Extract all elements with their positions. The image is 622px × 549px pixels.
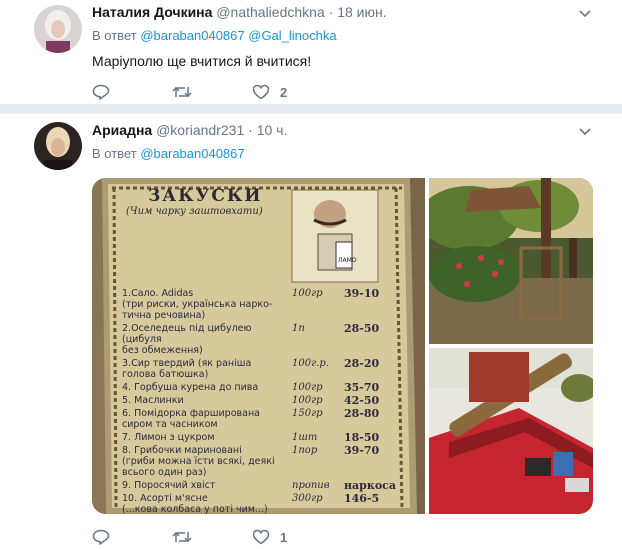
heart-icon bbox=[252, 84, 270, 100]
menu-item-text: 9. Поросячий хвіст bbox=[122, 480, 216, 491]
menu-item-text: (...кова колбаса у поті чим...) bbox=[122, 504, 268, 514]
retweet-icon bbox=[172, 531, 192, 543]
table-photo[interactable] bbox=[429, 348, 593, 514]
mention-link[interactable]: @baraban040867 bbox=[140, 146, 244, 161]
retweet-button[interactable] bbox=[172, 82, 192, 102]
action-bar: 1 bbox=[92, 527, 392, 547]
reply-context: В ответ @baraban040867 bbox=[92, 146, 245, 161]
reply-icon bbox=[92, 529, 110, 545]
like-button[interactable]: 2 bbox=[252, 82, 287, 102]
tweet-header: Ариадна @koriandr231 · 10 ч. bbox=[92, 122, 287, 138]
menu-item-text: (три риски, українська нарко- bbox=[122, 299, 273, 310]
menu-item-price: 42-50 bbox=[344, 394, 380, 407]
menu-item-price: 28-50 bbox=[344, 322, 380, 335]
menu-item: 7. Лимон з цукром 1шт 18-50 bbox=[122, 432, 412, 443]
reply-button[interactable] bbox=[92, 82, 110, 102]
menu-item-text: без обмеження) bbox=[122, 345, 203, 356]
like-button[interactable]: 1 bbox=[252, 527, 287, 547]
separator-dot: · bbox=[328, 4, 334, 20]
like-count: 2 bbox=[280, 84, 288, 100]
menu-item: 6. Помідорка фарширована сиром та часнико… bbox=[122, 408, 412, 430]
menu-item-text: 2.Оселедець під цибулею (цибуля bbox=[122, 323, 252, 345]
divider bbox=[0, 104, 622, 114]
menu-item-price: 18-50 bbox=[344, 431, 380, 444]
menu-item-text: 7. Лимон з цукром bbox=[122, 432, 215, 443]
tweet-header: Наталия Дочкина @nathaliedchkna · 18 июн… bbox=[92, 4, 387, 20]
reply-prefix: В ответ bbox=[92, 28, 137, 43]
heart-icon bbox=[252, 529, 270, 545]
menu-item-qty: 1шт bbox=[292, 432, 318, 443]
separator-dot: · bbox=[248, 122, 253, 138]
menu-item-qty: 1пор bbox=[292, 445, 318, 456]
menu-item-text: 4. Горбуша курена до пива bbox=[122, 382, 259, 393]
menu-item-price: наркоса bbox=[344, 479, 396, 492]
menu-item: 5. Маслинки 100гр 42-50 bbox=[122, 395, 412, 406]
menu-item-qty: 150гр bbox=[292, 408, 323, 419]
menu-item-qty: 100гр bbox=[292, 382, 323, 393]
menu-item: 9. Поросячий хвіст пропив наркоса bbox=[122, 480, 412, 491]
menu-item-price: 28-80 bbox=[344, 407, 380, 420]
menu-item: 4. Горбуша курена до пива 100гр 35-70 bbox=[122, 382, 412, 393]
menu-title: ЗАКУСКИ bbox=[148, 186, 263, 206]
avatar[interactable] bbox=[34, 5, 82, 53]
menu-item-qty: 100гр bbox=[292, 288, 323, 299]
menu-item-text: сиром та часником bbox=[122, 419, 218, 430]
menu-item-price: 39-10 bbox=[344, 287, 380, 300]
timestamp[interactable]: 10 ч. bbox=[257, 122, 288, 138]
menu-item-price: 35-70 bbox=[344, 381, 380, 394]
like-count: 1 bbox=[280, 529, 288, 545]
media-grid: ЛАМО ЗАКУСКИ (Чим чарку заштовхати) 1.Са… bbox=[92, 178, 593, 514]
chevron-down-icon[interactable] bbox=[578, 9, 592, 19]
retweet-button[interactable] bbox=[172, 527, 192, 547]
menu-subtitle: (Чим чарку заштовхати) bbox=[126, 206, 263, 217]
menu-item-text: голова батюшка) bbox=[122, 369, 209, 380]
menu-item: 3.Сир твердий (як раніша голова батюшка) 1… bbox=[122, 358, 412, 380]
avatar[interactable] bbox=[34, 122, 82, 170]
reply-icon bbox=[92, 84, 110, 100]
menu-item-text: тична речовина) bbox=[122, 310, 206, 321]
tweet-1: Наталия Дочкина @nathaliedchkna · 18 июн… bbox=[0, 0, 622, 102]
menu-item-qty: пропив bbox=[292, 480, 330, 491]
menu-item: 1.Сало. Adidas (три риски, українська нар… bbox=[122, 288, 412, 321]
menu-item-text: 8. Грибочки мариновані bbox=[122, 445, 242, 456]
svg-text:ЛАМО: ЛАМО bbox=[338, 257, 357, 264]
reply-context: В ответ @baraban040867 @Gal_linochka bbox=[92, 28, 337, 43]
chevron-down-icon[interactable] bbox=[578, 127, 592, 137]
menu-item-price: 146-5 bbox=[344, 492, 380, 505]
retweet-icon bbox=[172, 86, 192, 98]
action-bar: 2 bbox=[92, 82, 392, 102]
garden-photo[interactable] bbox=[419, 178, 593, 344]
timestamp[interactable]: 18 июн. bbox=[337, 4, 386, 20]
table-photo-image bbox=[429, 348, 593, 514]
menu-item-text: 1.Сало. Adidas bbox=[122, 288, 194, 299]
mention-link[interactable]: @Gal_linochka bbox=[248, 28, 336, 43]
menu-photo[interactable]: ЛАМО ЗАКУСКИ (Чим чарку заштовхати) 1.Са… bbox=[92, 178, 425, 514]
menu-item-price: 39-70 bbox=[344, 444, 380, 457]
menu-item-text: 5. Маслинки bbox=[122, 395, 184, 406]
display-name[interactable]: Ариадна bbox=[92, 122, 152, 138]
user-handle[interactable]: @nathaliedchkna bbox=[216, 4, 324, 20]
tweet-2: Ариадна @koriandr231 · 10 ч. В ответ @ba… bbox=[0, 114, 622, 549]
tweet-text: Маріуполю ще вчитися й вчитися! bbox=[92, 53, 312, 69]
menu-item: 2.Оселедець під цибулею (цибуля без обмеж… bbox=[122, 323, 412, 356]
user-handle[interactable]: @koriandr231 bbox=[156, 122, 244, 138]
reply-button[interactable] bbox=[92, 527, 110, 547]
menu-item-text: всього один раз) bbox=[122, 467, 207, 478]
menu-item: 8. Грибочки мариновані (гриби можна їсти … bbox=[122, 445, 412, 478]
menu-item-qty: 300гр bbox=[292, 493, 323, 504]
mention-link[interactable]: @baraban040867 bbox=[140, 28, 244, 43]
menu-item-price: 28-20 bbox=[344, 357, 380, 370]
menu-item-qty: 100г.р. bbox=[292, 358, 329, 369]
menu-item-text: 10. Асорті м'ясне bbox=[122, 493, 208, 504]
display-name[interactable]: Наталия Дочкина bbox=[92, 4, 212, 20]
reply-prefix: В ответ bbox=[92, 146, 137, 161]
menu-list: 1.Сало. Adidas (три риски, українська нар… bbox=[122, 288, 412, 514]
menu-item: 10. Асорті м'ясне (...кова колбаса у поті… bbox=[122, 493, 412, 514]
menu-item-qty: 1п bbox=[292, 323, 305, 334]
garden-photo-image bbox=[419, 178, 593, 344]
menu-item-qty: 100гр bbox=[292, 395, 323, 406]
menu-item-text: 6. Помідорка фарширована bbox=[122, 408, 260, 419]
menu-item-text: 3.Сир твердий (як раніша bbox=[122, 358, 252, 369]
menu-item-text: (гриби можна їсти всякі, деякі bbox=[122, 456, 275, 467]
